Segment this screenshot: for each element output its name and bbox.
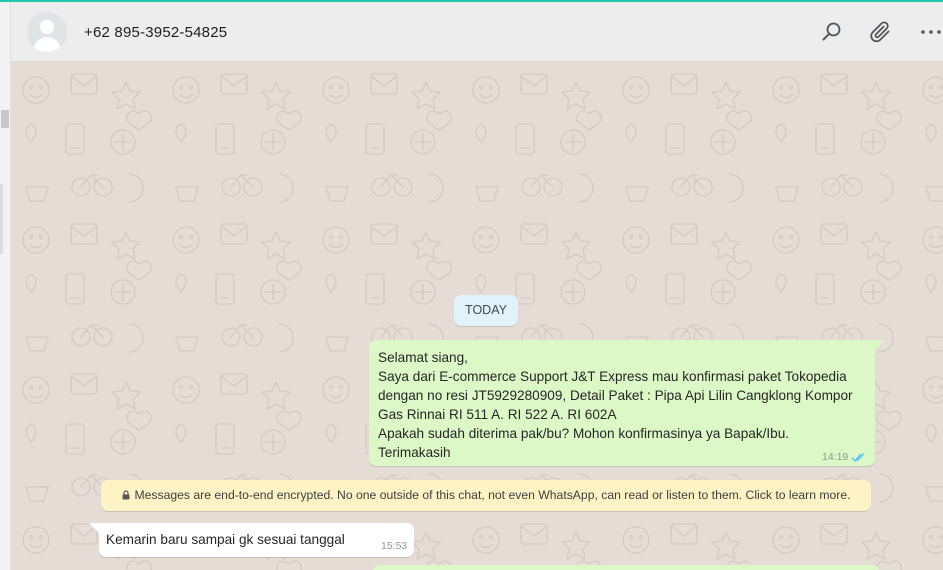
search-icon[interactable]	[820, 20, 844, 44]
avatar-head-shape	[40, 20, 54, 34]
avatar-body-shape	[33, 37, 61, 52]
chat-area[interactable]: TODAY Selamat siang, Saya dari E-commerc…	[11, 62, 943, 570]
date-divider: TODAY	[454, 295, 518, 326]
encryption-notice-text: Messages are end-to-end encrypted. No on…	[134, 488, 851, 502]
attach-icon[interactable]	[869, 20, 893, 44]
outgoing-message-time: 14:19	[822, 451, 849, 463]
conversation-header: +62 895-3952-54825	[11, 2, 943, 62]
incoming-bubble-tail	[89, 523, 99, 533]
encryption-notice[interactable]: Messages are end-to-end encrypted. No on…	[101, 480, 871, 511]
incoming-message-time: 15:53	[381, 540, 408, 552]
outgoing-message-bubble[interactable]: Selamat siang, Saya dari E-commerce Supp…	[369, 340, 875, 466]
contact-name[interactable]: +62 895-3952-54825	[84, 24, 227, 41]
next-outgoing-bubble-partial[interactable]	[373, 565, 879, 570]
chat-list-edge	[0, 2, 11, 570]
chat-list-item-edge[interactable]	[0, 184, 3, 254]
outgoing-message-text: Selamat siang, Saya dari E-commerce Supp…	[378, 350, 853, 460]
incoming-message-bubble[interactable]: Kemarin baru sampai gk sesuai tanggal 15…	[99, 523, 414, 557]
read-receipt-icon	[851, 453, 865, 463]
lock-icon	[122, 490, 130, 500]
incoming-message-text: Kemarin baru sampai gk sesuai tanggal	[106, 532, 345, 547]
scrollbar-thumb[interactable]	[1, 110, 9, 128]
outgoing-bubble-tail	[875, 340, 885, 350]
menu-icon[interactable]	[919, 20, 943, 44]
avatar[interactable]	[27, 12, 67, 52]
